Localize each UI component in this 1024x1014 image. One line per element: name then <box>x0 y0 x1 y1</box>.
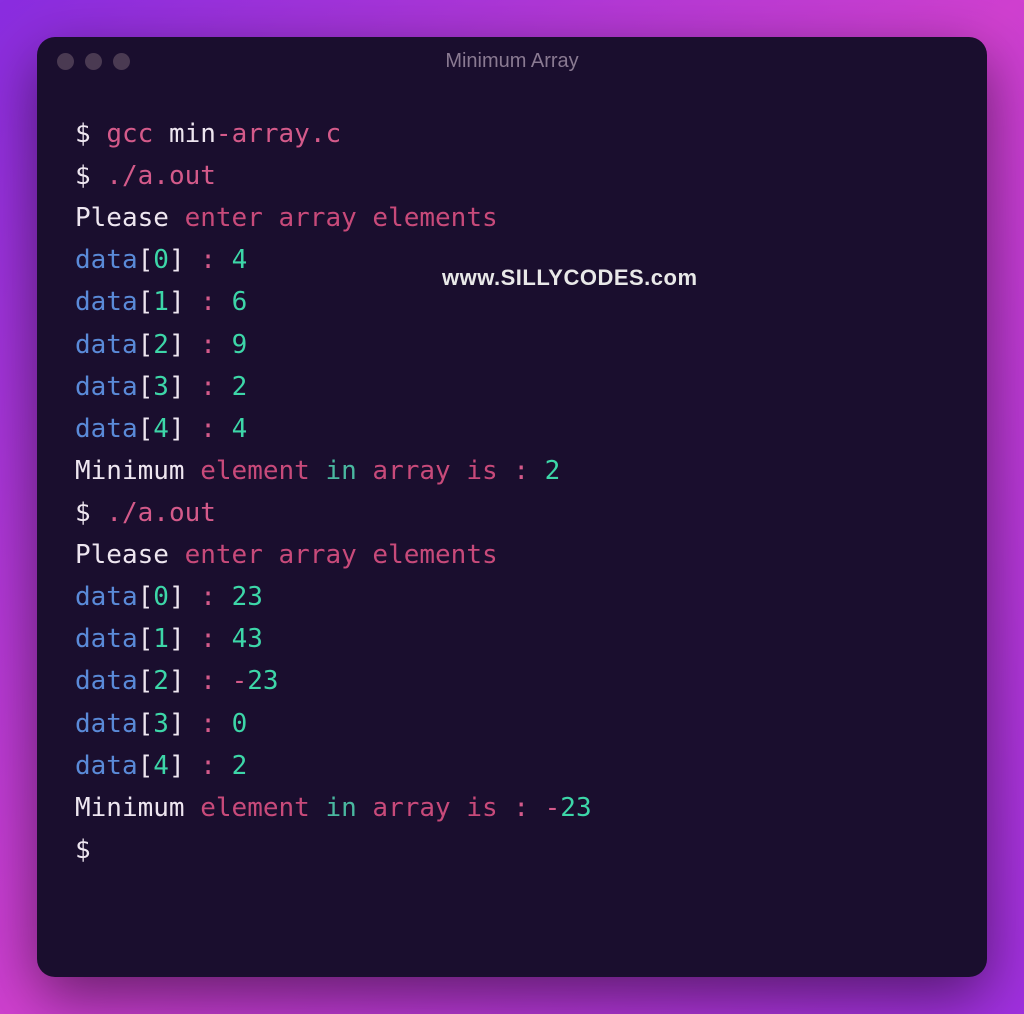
command-line-run1: $ ./a.out <box>75 155 949 197</box>
result-value: 23 <box>560 793 591 823</box>
data-entry: data[0] : 23 <box>75 576 949 618</box>
minimize-icon[interactable] <box>85 53 102 70</box>
arg-array: array <box>232 119 310 149</box>
output-prompt-1: Please enter array elements <box>75 197 949 239</box>
data-entry: data[4] : 2 <box>75 745 949 787</box>
data-value: 43 <box>232 624 263 654</box>
maximize-icon[interactable] <box>113 53 130 70</box>
prompt-symbol: $ <box>75 119 91 149</box>
window-title: Minimum Array <box>445 50 578 73</box>
arg-c: c <box>326 119 342 149</box>
cmd-gcc: gcc <box>106 119 153 149</box>
data-value: 23 <box>247 666 278 696</box>
prompt-idle: $ <box>75 829 949 871</box>
watermark-text: www.SILLYCODES.com <box>442 260 698 296</box>
terminal-body[interactable]: www.SILLYCODES.com $ gcc min-array.c $ .… <box>37 85 987 977</box>
arg-min: min <box>169 119 216 149</box>
data-entry: data[3] : 2 <box>75 366 949 408</box>
data-value: 2 <box>232 751 248 781</box>
data-value: 9 <box>232 330 248 360</box>
output-prompt-2: Please enter array elements <box>75 534 949 576</box>
close-icon[interactable] <box>57 53 74 70</box>
command-line-run2: $ ./a.out <box>75 492 949 534</box>
data-entry: data[1] : 43 <box>75 618 949 660</box>
data-value: 6 <box>232 287 248 317</box>
command-line-compile: $ gcc min-array.c <box>75 113 949 155</box>
data-value: 2 <box>232 372 248 402</box>
data-value: 23 <box>232 582 263 612</box>
result-value: 2 <box>545 456 561 486</box>
terminal-window: Minimum Array www.SILLYCODES.com $ gcc m… <box>37 37 987 977</box>
data-value: 0 <box>232 709 248 739</box>
titlebar: Minimum Array <box>37 37 987 85</box>
data-entry: data[2] : -23 <box>75 660 949 702</box>
data-value: 4 <box>232 414 248 444</box>
prompt-symbol: $ <box>75 835 91 865</box>
result-line-1: Minimum element in array is : 2 <box>75 450 949 492</box>
data-entry: data[3] : 0 <box>75 703 949 745</box>
result-line-2: Minimum element in array is : -23 <box>75 787 949 829</box>
data-entry: data[2] : 9 <box>75 324 949 366</box>
traffic-lights <box>57 53 130 70</box>
prompt-symbol: $ <box>75 498 91 528</box>
data-value: 4 <box>232 245 248 275</box>
data-entry: data[4] : 4 <box>75 408 949 450</box>
prompt-symbol: $ <box>75 161 91 191</box>
